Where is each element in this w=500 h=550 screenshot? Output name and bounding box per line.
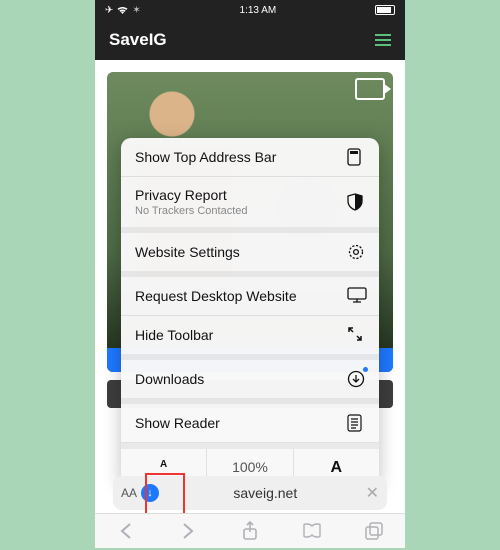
app-header: SaveIG — [95, 20, 405, 60]
video-icon[interactable] — [355, 78, 385, 100]
aa-button[interactable]: AA — [121, 486, 137, 500]
gear-icon — [347, 243, 365, 261]
menu-label: Privacy Report No Trackers Contacted — [135, 187, 248, 217]
menu-privacy-report[interactable]: Privacy Report No Trackers Contacted — [121, 177, 379, 233]
forward-button[interactable] — [178, 521, 198, 541]
phone-top-icon — [347, 148, 365, 166]
download-circle-icon — [347, 370, 365, 388]
loading-icon: ✶ — [132, 5, 140, 16]
menu-hide-toolbar[interactable]: Hide Toolbar — [121, 316, 379, 360]
url-text: saveig.net — [165, 485, 366, 501]
desktop-icon — [347, 287, 365, 305]
download-indicator-icon[interactable]: ↓ — [141, 484, 159, 502]
menu-downloads[interactable]: Downloads — [121, 360, 379, 404]
menu-label: Request Desktop Website — [135, 288, 297, 304]
expand-icon — [347, 326, 365, 344]
battery-icon — [375, 5, 395, 15]
share-button[interactable] — [240, 521, 260, 541]
menu-label: Hide Toolbar — [135, 327, 213, 343]
shield-icon — [347, 193, 365, 211]
menu-label: Website Settings — [135, 244, 240, 260]
menu-website-settings[interactable]: Website Settings — [121, 233, 379, 277]
status-time: 1:13 AM — [240, 5, 277, 16]
menu-request-desktop[interactable]: Request Desktop Website — [121, 277, 379, 316]
back-button[interactable] — [116, 521, 136, 541]
airplane-icon: ✈ — [105, 5, 113, 16]
bookmarks-button[interactable] — [302, 521, 322, 541]
menu-label: Show Top Address Bar — [135, 149, 276, 165]
address-bar[interactable]: AA ↓ saveig.net ✕ — [113, 476, 387, 510]
clear-icon[interactable]: ✕ — [366, 483, 379, 503]
menu-icon[interactable] — [375, 34, 391, 46]
menu-label: Downloads — [135, 371, 204, 387]
notification-dot — [363, 367, 368, 372]
menu-label: Show Reader — [135, 415, 220, 431]
reader-icon — [347, 414, 365, 432]
aa-menu-sheet: Show Top Address Bar Privacy Report No T… — [121, 138, 379, 487]
status-bar: ✈ ✶ 1:13 AM — [95, 0, 405, 20]
app-title: SaveIG — [109, 30, 167, 50]
menu-show-top-address-bar[interactable]: Show Top Address Bar — [121, 138, 379, 177]
phone-frame: ✈ ✶ 1:13 AM SaveIG Show Top Address Bar … — [95, 0, 405, 548]
tabs-button[interactable] — [364, 521, 384, 541]
safari-toolbar — [95, 513, 405, 548]
wifi-icon — [117, 6, 128, 15]
menu-show-reader[interactable]: Show Reader — [121, 404, 379, 443]
